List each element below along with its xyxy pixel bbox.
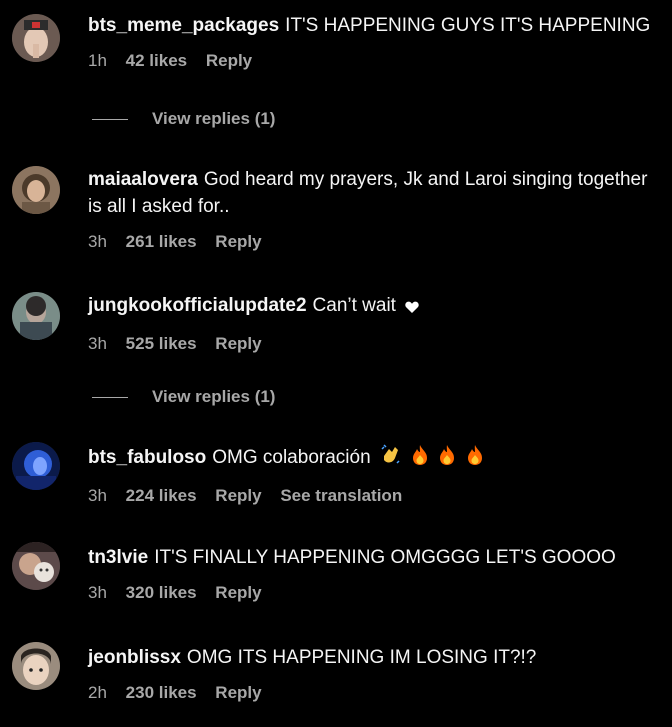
comment-time: 3h xyxy=(88,232,107,251)
comment-list: bts_meme_packages IT'S HAPPENING GUYS IT'… xyxy=(0,0,672,727)
comment-text: IT'S HAPPENING GUYS IT'S HAPPENING xyxy=(285,15,651,36)
comment-username[interactable]: bts_fabuloso xyxy=(88,447,206,468)
comment-time: 1h xyxy=(88,51,107,70)
reply-button[interactable]: Reply xyxy=(215,334,261,353)
avatar[interactable] xyxy=(12,542,60,590)
reply-button[interactable]: Reply xyxy=(206,51,252,70)
comment-username[interactable]: jeonblissx xyxy=(88,647,181,668)
reply-button[interactable]: Reply xyxy=(215,232,261,251)
comment-text: IT'S FINALLY HAPPENING OMGGGG LET'S GOOO… xyxy=(154,547,616,568)
likes-count[interactable]: 320 likes xyxy=(126,583,197,602)
comment-username[interactable]: maiaalovera xyxy=(88,169,198,190)
comment-time: 2h xyxy=(88,683,107,702)
likes-count[interactable]: 261 likes xyxy=(126,232,197,251)
view-replies-button[interactable]: View replies (1) xyxy=(92,107,275,131)
view-replies-label: View replies (1) xyxy=(152,387,276,406)
comment-text: OMG ITS HAPPENING IM LOSING IT?!? xyxy=(186,647,537,668)
likes-count[interactable]: 42 likes xyxy=(126,51,187,70)
likes-count[interactable]: 224 likes xyxy=(126,486,197,505)
divider xyxy=(92,397,128,399)
fire-icon xyxy=(411,444,429,474)
avatar[interactable] xyxy=(12,442,60,490)
comment-username[interactable]: bts_meme_packages xyxy=(88,15,279,36)
fire-icon xyxy=(438,444,456,474)
fire-icon xyxy=(466,444,484,474)
comment-time: 3h xyxy=(88,334,107,353)
comment-time: 3h xyxy=(88,486,107,505)
comment-time: 3h xyxy=(88,583,107,602)
reply-button[interactable]: Reply xyxy=(215,583,261,602)
avatar[interactable] xyxy=(12,292,60,340)
avatar[interactable] xyxy=(12,642,60,690)
likes-count[interactable]: 525 likes xyxy=(126,334,197,353)
comment-username[interactable]: jungkookofficialupdate2 xyxy=(88,295,307,316)
reply-button[interactable]: Reply xyxy=(215,486,261,505)
reply-button[interactable]: Reply xyxy=(215,683,261,702)
see-translation-button[interactable]: See translation xyxy=(280,486,402,505)
likes-count[interactable]: 230 likes xyxy=(126,683,197,702)
view-replies-button[interactable]: View replies (1) xyxy=(92,385,275,409)
avatar[interactable] xyxy=(12,166,60,214)
clapping-hands-icon xyxy=(380,444,402,474)
heart-icon xyxy=(405,295,419,322)
comment-text: OMG colaboración xyxy=(212,447,371,468)
comment-username[interactable]: tn3lvie xyxy=(88,547,148,568)
divider xyxy=(92,119,128,121)
view-replies-label: View replies (1) xyxy=(152,109,276,128)
comment-text: Can’t wait xyxy=(312,295,396,316)
avatar[interactable] xyxy=(12,14,60,62)
